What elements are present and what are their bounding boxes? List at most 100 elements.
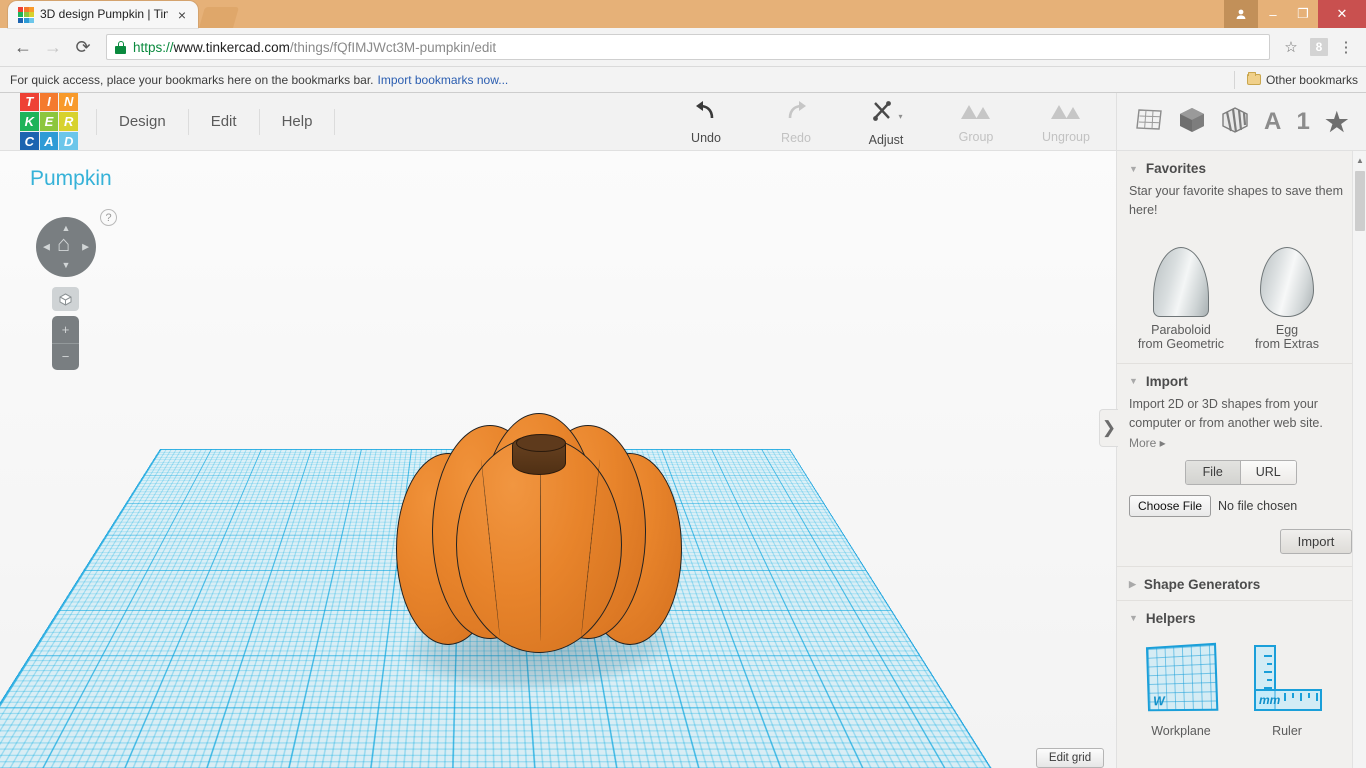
browser-chrome: 3D design Pumpkin | Tink × – ❐ ✕ ← → ⟳ h… xyxy=(0,0,1366,93)
favorites-header[interactable]: ▼ Favorites xyxy=(1129,159,1352,182)
tab-strip: 3D design Pumpkin | Tink × – ❐ ✕ xyxy=(0,0,1366,28)
egg-shape-icon xyxy=(1241,235,1333,317)
category-favorites-star-icon[interactable]: ★ xyxy=(1325,109,1348,135)
zoom-control[interactable]: + − xyxy=(52,316,79,370)
category-wireframe-cube-icon[interactable] xyxy=(1221,106,1249,139)
shape-item-paraboloid[interactable]: Paraboloid from Geometric xyxy=(1135,235,1227,351)
tool-undo-button[interactable]: Undo xyxy=(664,98,748,145)
helpers-title: Helpers xyxy=(1146,611,1196,626)
sidebar-scrollbar[interactable]: ▲ ▼ xyxy=(1352,151,1366,768)
category-number-icon[interactable]: 1 xyxy=(1297,110,1310,134)
nav-down-arrow-icon[interactable]: ▼ xyxy=(62,261,71,270)
help-badge[interactable]: ? xyxy=(100,209,117,226)
tinkercad-logo-icon[interactable]: TINKERCAD xyxy=(20,93,78,151)
extension-icon[interactable]: 8 xyxy=(1304,32,1334,62)
tool-group-button: Group xyxy=(934,99,1018,144)
zoom-in-button[interactable]: + xyxy=(52,316,79,344)
helper-label: Ruler xyxy=(1241,724,1333,738)
helpers-header[interactable]: ▼ Helpers xyxy=(1129,609,1352,632)
tinkercad-favicon xyxy=(18,7,34,23)
back-arrow-icon[interactable]: ← xyxy=(8,32,38,62)
new-tab-button[interactable] xyxy=(199,7,239,28)
browser-navigation-bar: ← → ⟳ https://www.tinkercad.com/things/f… xyxy=(0,28,1366,67)
pumpkin-rib xyxy=(540,451,541,641)
url-path: /things/fQfIMJWct3M-pumpkin/edit xyxy=(290,40,496,55)
url-host: www.tinkercad.com xyxy=(174,40,290,55)
shapes-sidebar: ❯ ▼ Favorites Star your favorite shapes … xyxy=(1116,151,1366,768)
choose-file-button[interactable]: Choose File xyxy=(1129,495,1211,517)
sidebar-scroll-area: ▼ Favorites Star your favorite shapes to… xyxy=(1117,151,1366,768)
ruler-helper-icon: mm xyxy=(1241,638,1333,718)
other-bookmarks-button[interactable]: Other bookmarks xyxy=(1234,71,1358,89)
pumpkin-model[interactable] xyxy=(394,401,684,686)
category-text-letter-icon[interactable]: A xyxy=(1264,110,1281,134)
shape-item-egg[interactable]: Egg from Extras xyxy=(1241,235,1333,351)
tool-dropdown-caret-icon[interactable]: ▾ xyxy=(898,112,902,121)
nav-right-arrow-icon[interactable]: ▶ xyxy=(82,243,89,252)
app-menu: DesignEditHelp xyxy=(96,105,335,139)
tool-adjust-button[interactable]: ▾Adjust xyxy=(844,96,928,148)
folder-icon xyxy=(1247,74,1261,85)
tinkercad-toolbar: TINKERCAD DesignEditHelp UndoRedo▾Adjust… xyxy=(0,93,1366,151)
shape-label: Paraboloid xyxy=(1135,323,1227,337)
url-scheme: https:// xyxy=(133,40,174,55)
browser-menu-icon[interactable]: ⋮ xyxy=(1334,38,1358,56)
zoom-out-button[interactable]: − xyxy=(52,344,79,371)
window-close-button[interactable]: ✕ xyxy=(1318,0,1366,28)
cube-glyph xyxy=(59,293,72,306)
window-maximize-button[interactable]: ❐ xyxy=(1288,0,1318,28)
shape-source: from Geometric xyxy=(1135,337,1227,351)
view-navigation-pad[interactable]: ▲ ▼ ◀ ▶ xyxy=(36,217,96,277)
sidebar-collapse-button[interactable]: ❯ xyxy=(1099,409,1118,447)
forward-arrow-icon[interactable]: → xyxy=(38,32,68,62)
window-controls: – ❐ ✕ xyxy=(1224,0,1366,28)
caret-down-icon: ▼ xyxy=(1129,376,1138,386)
menu-edit[interactable]: Edit xyxy=(189,109,260,135)
edit-grid-button[interactable]: Edit grid xyxy=(1036,748,1104,768)
nav-left-arrow-icon[interactable]: ◀ xyxy=(43,243,50,252)
bookmark-star-icon[interactable]: ☆ xyxy=(1278,38,1304,56)
category-solid-cube-icon[interactable] xyxy=(1178,106,1206,139)
design-title[interactable]: Pumpkin xyxy=(30,167,112,191)
shape-label: Egg xyxy=(1241,323,1333,337)
scrollbar-thumb[interactable] xyxy=(1355,171,1365,231)
shape-generators-header[interactable]: ▶ Shape Generators xyxy=(1129,575,1352,592)
shape-source: from Extras xyxy=(1241,337,1333,351)
helper-label: Workplane xyxy=(1135,724,1227,738)
caret-right-icon: ▶ xyxy=(1129,579,1136,590)
pumpkin-stem xyxy=(512,435,566,475)
helper-item-workplane[interactable]: W Workplane xyxy=(1135,638,1227,738)
reload-icon[interactable]: ⟳ xyxy=(68,32,98,62)
import-more-link[interactable]: More ▸ xyxy=(1129,436,1352,450)
secure-lock-icon xyxy=(115,41,126,54)
category-workplane-grid-icon[interactable] xyxy=(1135,107,1163,138)
window-minimize-button[interactable]: – xyxy=(1258,0,1288,28)
google-extension-badge: 8 xyxy=(1310,38,1328,56)
action-toolbar: UndoRedo▾AdjustGroupUngroup xyxy=(664,96,1108,148)
menu-design[interactable]: Design xyxy=(96,109,189,135)
ungroup-mountains-icon xyxy=(1049,101,1083,127)
logo-tile-n: N xyxy=(59,93,78,112)
tab-close-button[interactable]: × xyxy=(174,7,190,23)
menu-help[interactable]: Help xyxy=(260,109,336,135)
logo-tile-i: I xyxy=(40,93,59,112)
ruler-badge: mm xyxy=(1259,693,1280,707)
address-bar[interactable]: https://www.tinkercad.com/things/fQfIMJW… xyxy=(106,34,1270,60)
tool-label: Group xyxy=(959,130,994,144)
helper-item-ruler[interactable]: mm Ruler xyxy=(1241,638,1333,738)
user-profile-button[interactable] xyxy=(1224,0,1258,28)
tab-file[interactable]: File xyxy=(1186,461,1242,484)
shape-category-bar: A1 ★ xyxy=(1116,93,1366,151)
import-header[interactable]: ▼ Import xyxy=(1129,372,1352,395)
browser-tab[interactable]: 3D design Pumpkin | Tink × xyxy=(8,1,198,28)
favorites-title: Favorites xyxy=(1146,161,1206,176)
fit-view-cube-icon[interactable] xyxy=(52,287,79,311)
import-bookmarks-link[interactable]: Import bookmarks now... xyxy=(378,73,509,87)
design-canvas[interactable]: Workplane Pumpkin ▲ ▼ ◀ ▶ ? xyxy=(0,151,1116,768)
logo-tile-t: T xyxy=(20,93,39,112)
grid-controls: Edit grid Snap grid 1.0 ▼ xyxy=(924,748,1104,768)
tab-url[interactable]: URL xyxy=(1241,461,1296,484)
scroll-up-arrow-icon[interactable]: ▲ xyxy=(1353,153,1366,167)
caret-down-icon: ▼ xyxy=(1129,164,1138,174)
import-button[interactable]: Import xyxy=(1280,529,1352,554)
